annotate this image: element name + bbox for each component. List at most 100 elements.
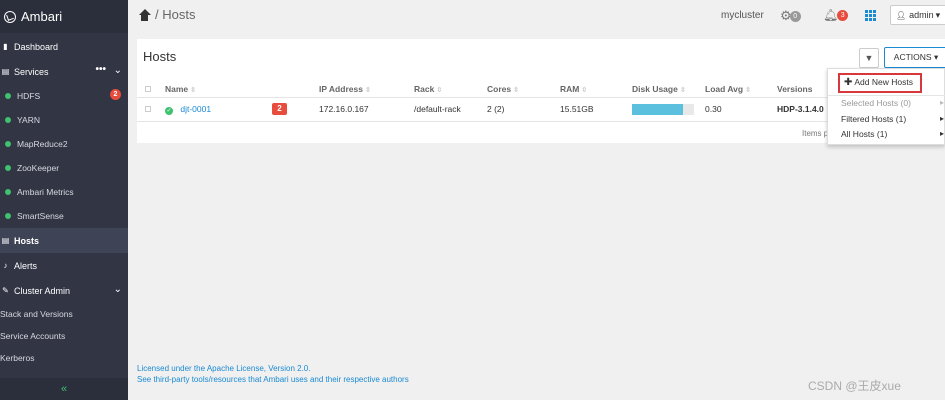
status-ok-icon — [5, 213, 11, 219]
service-item-mapreduce2[interactable]: MapReduce2 — [0, 132, 128, 156]
service-item-yarn[interactable]: YARN — [0, 108, 128, 132]
sidebar-item-label: Dashboard — [14, 41, 59, 52]
top-header: / Hosts mycluster ⚙ 0 🔔︎ 3 👤︎ admin ▾ — [128, 0, 945, 32]
service-label: HDFS — [17, 91, 41, 101]
column-header-name[interactable]: Name ⇳ — [165, 81, 272, 97]
alerts-button[interactable]: 🔔︎ 3 — [823, 8, 849, 22]
user-icon: 👤︎ — [896, 10, 907, 20]
actions-label: ACTIONS — [893, 52, 932, 62]
status-ok-icon — [5, 141, 11, 147]
user-name: admin — [909, 10, 934, 20]
double-chevron-left-icon: « — [60, 383, 68, 395]
filtered-hosts-item[interactable]: Filtered Hosts (1) ▸ — [841, 114, 944, 124]
hosts-table: Name ⇳ IP Address ⇳ Rack ⇳ Cores ⇳ RAM ⇳ Disk… — [137, 81, 945, 122]
views-grid-icon[interactable] — [865, 10, 876, 21]
table-row: ✓ djt-0001 2 172.16.0.167 /default-rack … — [137, 96, 945, 122]
table-header-row: Name ⇳ IP Address ⇳ Rack ⇳ Cores ⇳ RAM ⇳ Disk… — [137, 81, 945, 97]
host-link[interactable]: djt-0001 — [180, 104, 211, 114]
column-header-ip[interactable]: IP Address ⇳ — [319, 81, 414, 97]
service-item-ambari-metrics[interactable]: Ambari Metrics — [0, 180, 128, 204]
selected-hosts-item[interactable]: Selected Hosts (0) ▸ — [841, 98, 944, 108]
sort-icon: ⇳ — [513, 86, 519, 94]
sidebar-item-label: Hosts — [14, 235, 40, 246]
status-ok-icon — [5, 165, 11, 171]
hosts-icon: ▤ — [1, 236, 10, 245]
breadcrumb-text: / Hosts — [155, 7, 196, 22]
service-item-zookeeper[interactable]: ZooKeeper — [0, 156, 128, 180]
admin-item-kerberos[interactable]: Kerberos — [0, 347, 128, 369]
sidebar: Ambari ▮ Dashboard ▤ Services ••• ⌄ HDFS… — [0, 0, 128, 400]
sidebar-item-services[interactable]: ▤ Services ••• ⌄ — [0, 59, 128, 84]
service-label: SmartSense — [17, 211, 64, 221]
sidebar-item-alerts[interactable]: ♪ Alerts — [0, 253, 128, 278]
host-rack: /default-rack — [414, 96, 487, 122]
dashboard-icon: ▮ — [3, 42, 8, 51]
service-item-hdfs[interactable]: HDFS 2 — [0, 84, 128, 108]
cluster-name[interactable]: mycluster — [721, 10, 764, 21]
status-ok-icon — [5, 93, 11, 99]
more-dots-icon[interactable]: ••• — [95, 64, 106, 75]
background-ops-button[interactable]: ⚙ 0 — [780, 8, 801, 24]
brand-name: Ambari — [21, 9, 63, 24]
sort-icon: ⇳ — [745, 86, 751, 94]
bell-icon: ♪ — [3, 261, 8, 270]
service-label: Ambari Metrics — [17, 187, 74, 197]
chevron-down-icon[interactable]: ⌄ — [114, 284, 122, 295]
row-checkbox[interactable] — [137, 96, 165, 122]
column-header-load[interactable]: Load Avg ⇳ — [705, 81, 777, 97]
host-cores: 2 (2) — [487, 96, 560, 122]
sort-icon: ⇳ — [679, 86, 686, 94]
ops-count-badge: 0 — [789, 10, 801, 22]
sort-icon: ⇳ — [190, 86, 197, 94]
host-alert-badge[interactable]: 2 — [272, 103, 287, 115]
service-label: MapReduce2 — [17, 139, 68, 149]
add-new-hosts-item[interactable]: ✚ Add New Hosts — [838, 73, 922, 93]
all-hosts-item[interactable]: All Hosts (1) ▸ — [841, 129, 944, 139]
sidebar-item-dashboard[interactable]: ▮ Dashboard — [0, 34, 128, 59]
sidebar-item-label: Cluster Admin — [14, 285, 71, 296]
disk-usage-bar — [632, 103, 694, 115]
watermark: CSDN @王皮xue — [808, 379, 901, 393]
status-ok-icon: ✓ — [165, 106, 173, 115]
host-load-avg: 0.30 — [705, 96, 777, 122]
sidebar-item-cluster-admin[interactable]: ✎ Cluster Admin ⌄ — [0, 278, 128, 303]
caret-right-icon: ▸ — [939, 98, 944, 107]
menu-divider — [828, 95, 945, 96]
collapse-sidebar-button[interactable]: « — [0, 378, 128, 400]
caret-down-icon: ▾ — [935, 9, 941, 20]
sidebar-item-hosts[interactable]: ▤ Hosts — [0, 228, 128, 253]
breadcrumb: / Hosts — [138, 7, 195, 22]
license-link[interactable]: Licensed under the Apache License, Versi… — [137, 363, 409, 374]
bell-icon: 🔔︎ — [823, 8, 839, 22]
filter-icon: ▼ — [864, 53, 874, 63]
chevron-down-icon[interactable]: ⌄ — [114, 65, 122, 76]
services-icon: ▤ — [1, 67, 10, 76]
select-all-checkbox[interactable] — [137, 81, 165, 97]
admin-item-stack-versions[interactable]: Stack and Versions — [0, 303, 128, 325]
service-label: ZooKeeper — [17, 163, 60, 173]
items-per-page-label: Items p — [802, 129, 829, 138]
column-header-cores[interactable]: Cores ⇳ — [487, 81, 560, 97]
host-ip: 172.16.0.167 — [319, 96, 414, 122]
caret-down-icon: ▾ — [933, 52, 939, 62]
column-header-disk[interactable]: Disk Usage ⇳ — [632, 81, 705, 97]
column-header-rack[interactable]: Rack ⇳ — [414, 81, 487, 97]
column-header-ram[interactable]: RAM ⇳ — [560, 81, 632, 97]
filter-button[interactable]: ▼ — [859, 48, 879, 68]
footer: Licensed under the Apache License, Versi… — [137, 363, 409, 385]
admin-item-label: Stack and Versions — [0, 309, 73, 319]
alert-count-badge[interactable]: 2 — [110, 89, 121, 100]
sidebar-item-label: Alerts — [14, 260, 38, 271]
plus-icon: ✚ — [844, 77, 853, 88]
third-party-link[interactable]: See third-party tools/resources that Amb… — [137, 374, 409, 385]
sort-icon: ⇳ — [436, 86, 443, 94]
home-icon[interactable] — [138, 8, 151, 21]
user-menu-button[interactable]: 👤︎ admin ▾ — [890, 5, 945, 25]
host-ram: 15.51GB — [560, 96, 632, 122]
service-item-smartsense[interactable]: SmartSense — [0, 204, 128, 228]
admin-item-service-accounts[interactable]: Service Accounts — [0, 325, 128, 347]
wrench-icon: ✎ — [2, 286, 9, 295]
brand[interactable]: Ambari — [0, 0, 128, 33]
actions-button[interactable]: ACTIONS ▾ — [884, 47, 945, 68]
service-label: YARN — [17, 115, 40, 125]
